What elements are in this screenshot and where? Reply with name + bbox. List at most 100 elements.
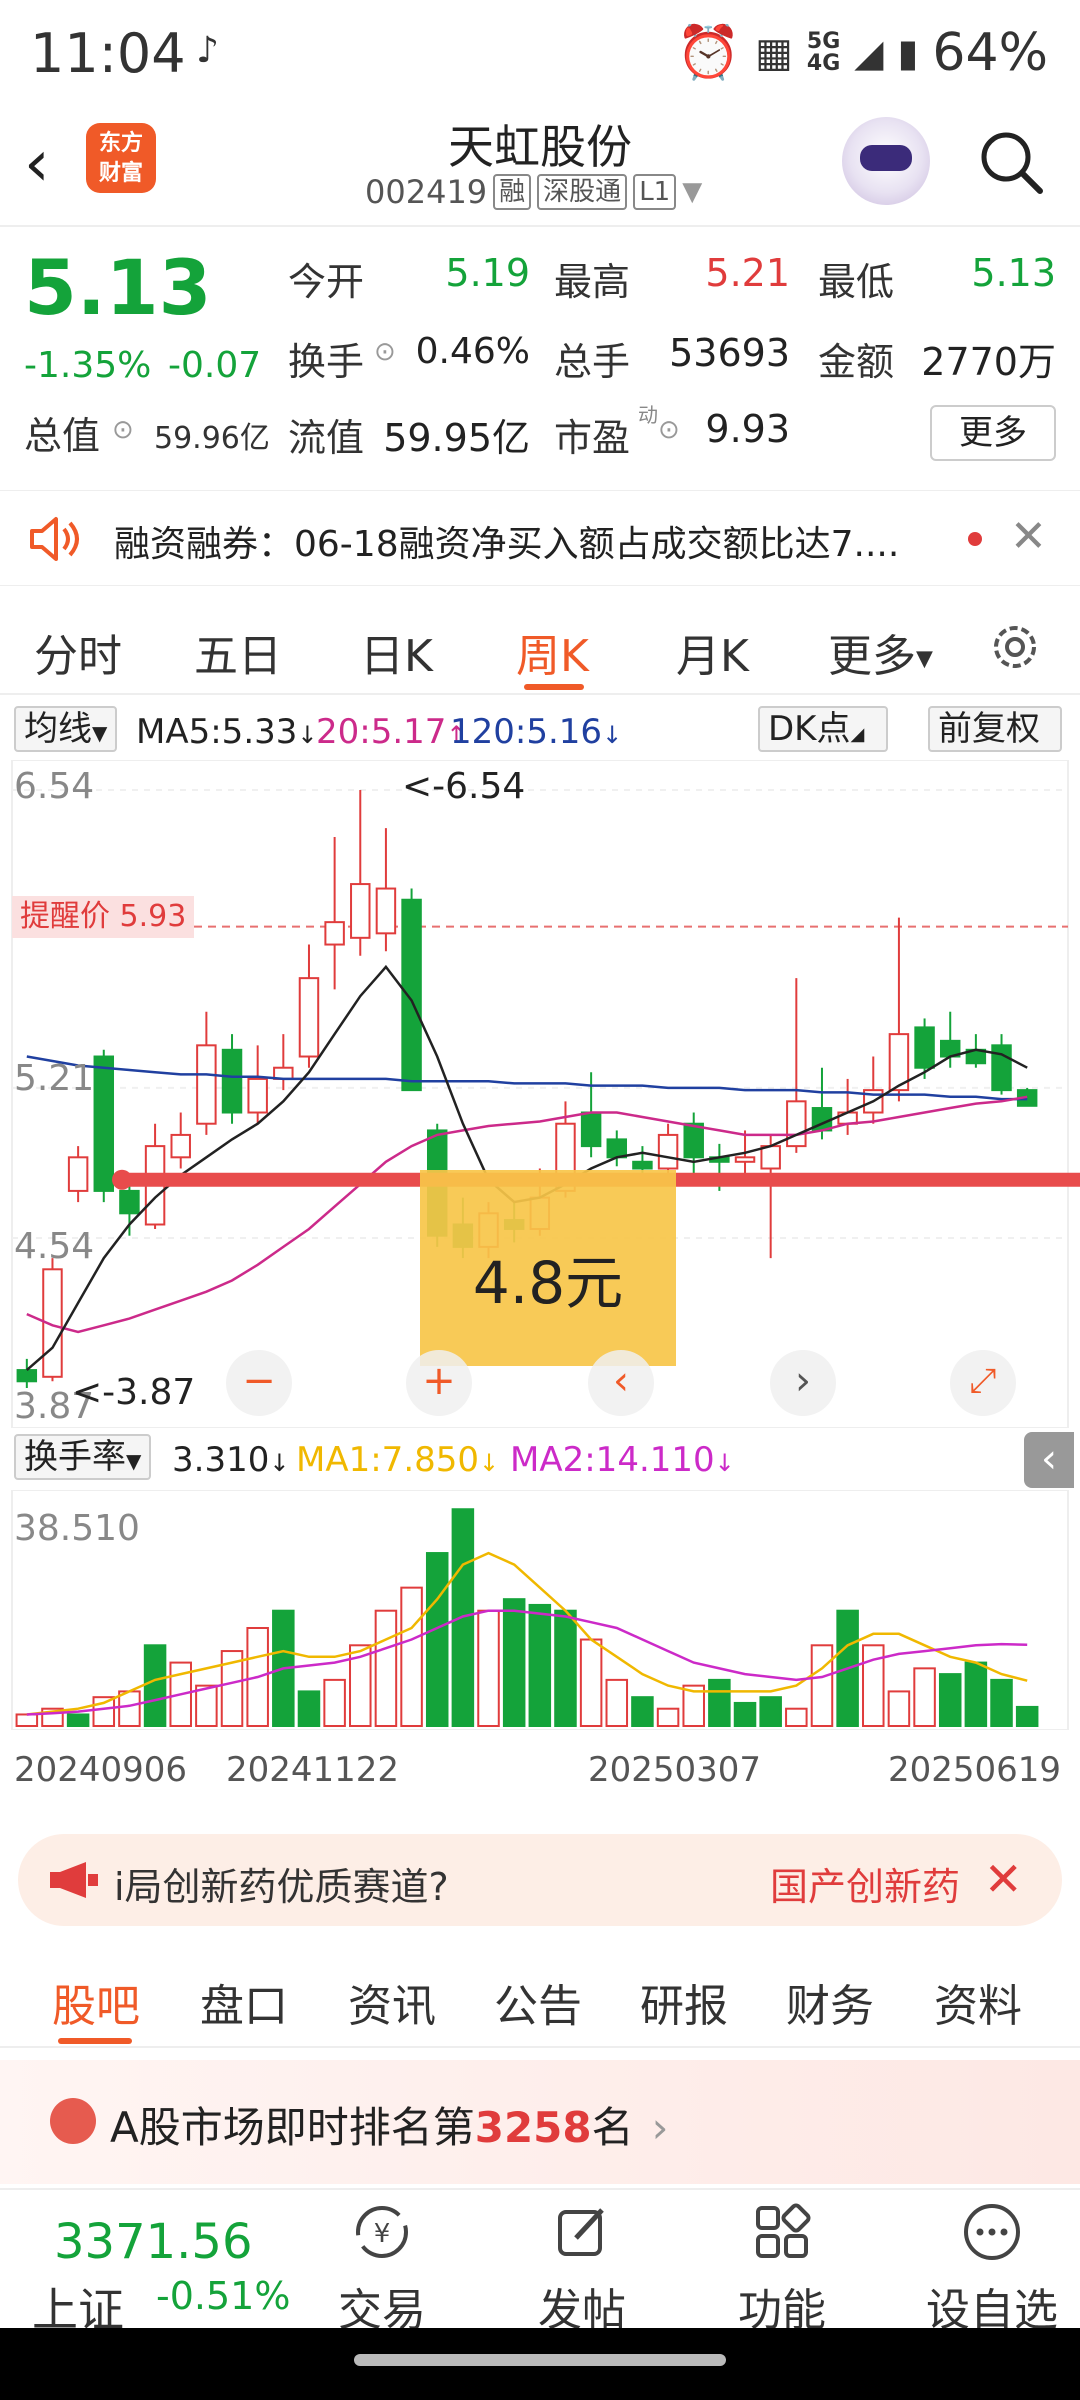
close-icon[interactable]: ✕ <box>1010 511 1047 562</box>
info-icon[interactable]: ⊙ <box>374 337 396 367</box>
candle <box>580 1111 602 1148</box>
turnover-chart[interactable] <box>0 1490 1080 1730</box>
high-label: 最高 <box>554 260 631 304</box>
info-icon[interactable]: ⊙ <box>658 415 680 445</box>
max-price-marker: <-6.54 <box>402 766 526 807</box>
tab-more[interactable]: 更多▼ <box>828 620 933 684</box>
tab-news[interactable]: 资讯 <box>348 1970 436 2034</box>
candle <box>657 1133 679 1170</box>
info-icon[interactable]: ⊙ <box>112 415 134 445</box>
corner-mark-icon: ◢ <box>850 724 865 745</box>
dropdown-icon: ▼ <box>916 646 933 672</box>
tab-forum[interactable]: 股吧 <box>52 1970 140 2034</box>
nav-trade[interactable]: ¥ 交易 <box>322 2200 442 2338</box>
search-icon[interactable] <box>976 127 1046 197</box>
turnover-bar <box>631 1696 654 1727</box>
turnover-bar <box>938 1673 962 1727</box>
index-change[interactable]: -0.51% <box>156 2274 290 2318</box>
tab-daily-k[interactable]: 日K <box>360 620 433 684</box>
turnover-bar <box>323 1678 346 1728</box>
content-tabs: 股吧 盘口 资讯 公告 研报 财务 资料 <box>0 1948 1080 2048</box>
margin-tag: 融 <box>493 174 532 210</box>
zoom-in-button[interactable]: + <box>406 1350 472 1416</box>
candle <box>170 1133 191 1159</box>
date-label: 20240906 <box>14 1750 188 1790</box>
open-value: 5.19 <box>445 251 530 295</box>
pan-right-button[interactable]: › <box>770 1350 836 1416</box>
pan-left-button[interactable]: ‹ <box>588 1350 654 1416</box>
turnover-bar <box>528 1603 552 1727</box>
gear-icon[interactable] <box>986 618 1044 676</box>
tab-order-book[interactable]: 盘口 <box>200 1970 288 2034</box>
zoom-out-button[interactable]: − <box>226 1350 292 1416</box>
turnover-bar <box>656 1707 680 1728</box>
more-quote-button[interactable]: 更多 <box>930 405 1056 461</box>
candle <box>683 1122 704 1159</box>
current-price: 5.13 <box>24 243 212 332</box>
min-price-marker: <-3.87 <box>72 1372 196 1413</box>
candle <box>324 921 345 946</box>
axis-label-high: 6.54 <box>14 766 95 807</box>
fullscreen-icon[interactable]: ⤢ <box>950 1350 1016 1416</box>
tab-monthly-k[interactable]: 月K <box>676 620 749 684</box>
turnover-bar <box>15 1713 39 1727</box>
volume-label: 总手 <box>554 340 631 384</box>
amount-value: 2770万 <box>921 340 1056 384</box>
index-value[interactable]: 3371.56 <box>54 2214 253 2270</box>
date-label: 20250307 <box>588 1750 762 1790</box>
alert-price-label[interactable]: 提醒价 5.93 <box>12 896 195 938</box>
tiktok-icon: ♪ <box>196 30 219 71</box>
ma20-legend: 20:5.17↑ <box>316 712 467 752</box>
battery-icon: ▮ <box>897 30 919 75</box>
dropdown-icon: ▼ <box>92 721 108 745</box>
indicator-select[interactable]: 均线▼ <box>14 706 118 752</box>
close-icon[interactable]: ✕ <box>984 1852 1023 1906</box>
turnover-value: 0.46% <box>415 331 530 372</box>
home-indicator[interactable] <box>354 2354 726 2366</box>
qr-icon: ▦ <box>755 29 793 76</box>
turnover-bar <box>118 1690 141 1727</box>
promo-text: i局创新药优质赛道? <box>114 1865 449 1909</box>
tab-five-day[interactable]: 五日 <box>194 620 282 684</box>
pe-label: 市盈 <box>554 416 631 460</box>
turnover-bar <box>374 1609 398 1727</box>
adjust-button[interactable]: 前复权 <box>928 706 1062 752</box>
market-rank-banner[interactable]: A股市场即时排名第3258名 › <box>0 2060 1080 2184</box>
candle <box>67 1156 89 1192</box>
total-mv-label: 总值 <box>24 414 101 458</box>
assistant-robot-icon[interactable] <box>842 117 930 205</box>
candle <box>786 1100 807 1148</box>
nav-add-watchlist[interactable]: 设自选 <box>922 2200 1062 2338</box>
change-percent: -1.35% <box>24 345 152 386</box>
news-text: 融资融券：06-18融资净买入额占成交额比达7.... <box>114 524 900 565</box>
status-bar: 11:04 ♪ ⏰ ▦ 5G 4G ◢ ▮ 64% <box>0 0 1080 105</box>
tab-weekly-k[interactable]: 周K <box>516 620 589 684</box>
turnover-bar <box>708 1678 731 1728</box>
low-label: 最低 <box>818 260 895 304</box>
tab-financials[interactable]: 财务 <box>786 1970 874 2034</box>
tab-profile[interactable]: 资料 <box>934 1970 1022 2034</box>
high-value: 5.21 <box>705 251 790 295</box>
candle <box>350 883 371 939</box>
dropdown-icon[interactable]: ▼ <box>682 177 702 207</box>
speaker-icon <box>30 517 79 561</box>
sub-indicator-select[interactable]: 换手率▼ <box>14 1434 152 1480</box>
promo-link[interactable]: 国产创新药 <box>770 1856 960 1911</box>
promo-banner[interactable]: i局创新药优质赛道? 国产创新药 ✕ <box>18 1834 1062 1926</box>
nav-post[interactable]: 发帖 <box>522 2200 642 2338</box>
tab-intraday[interactable]: 分时 <box>34 620 122 684</box>
turnover-label: 换手 <box>288 340 365 384</box>
edit-icon <box>558 2208 604 2256</box>
collapse-panel-button[interactable]: ‹ <box>1024 1432 1074 1488</box>
candle <box>606 1138 628 1159</box>
nav-functions[interactable]: 功能 <box>722 2200 842 2338</box>
news-ticker[interactable]: 融资融券：06-18融资净买入额占成交额比达7.... ✕ <box>0 490 1080 586</box>
tab-research[interactable]: 研报 <box>640 1970 728 2034</box>
tab-announcements[interactable]: 公告 <box>494 1970 582 2034</box>
stock-code: 002419 <box>365 173 488 211</box>
pe-dynamic-mark: 动 <box>638 403 658 427</box>
stock-code-row: 002419 融 深股通 L1 ▼ <box>365 173 702 211</box>
dk-point-button[interactable]: DK点◢ <box>758 706 888 752</box>
more-circle-icon <box>964 2204 1020 2260</box>
turnover-bar <box>579 1638 603 1727</box>
